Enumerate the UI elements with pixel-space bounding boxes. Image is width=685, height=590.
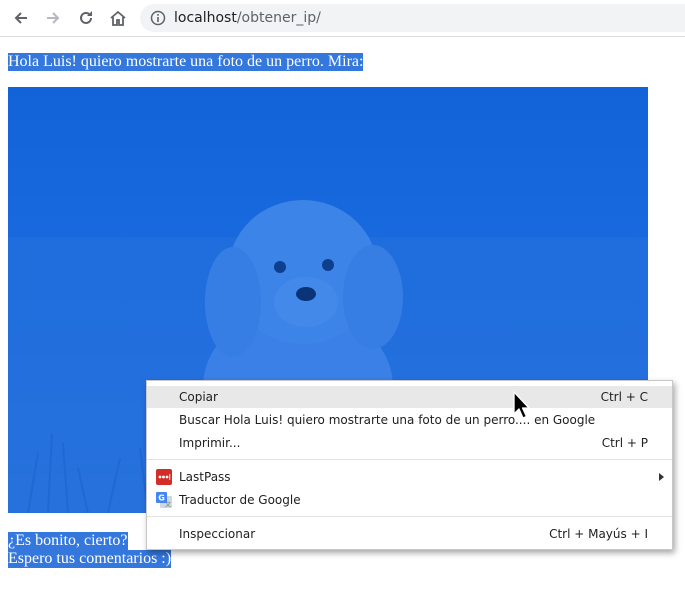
comments-text: Espero tus comentarios :) bbox=[8, 550, 172, 568]
arrow-right-icon bbox=[47, 12, 60, 24]
home-icon bbox=[110, 10, 126, 26]
forward-button[interactable] bbox=[41, 6, 65, 30]
url-path: /obtener_ip/ bbox=[236, 10, 321, 26]
url-text[interactable]: localhost/obtener_ip/ bbox=[174, 10, 321, 26]
address-bar[interactable]: localhost/obtener_ip/ bbox=[140, 4, 685, 32]
menu-item-search-google[interactable]: Buscar Hola Luis! quiero mostrarte una f… bbox=[147, 409, 672, 431]
url-host: localhost bbox=[174, 10, 237, 26]
reload-icon bbox=[80, 11, 92, 24]
menu-item-google-translate[interactable]: G 文 Traductor de Google bbox=[147, 489, 672, 511]
menu-item-shortcut: Ctrl + P bbox=[601, 436, 648, 450]
menu-separator bbox=[147, 516, 672, 517]
mouse-cursor-icon bbox=[513, 391, 530, 419]
submenu-arrow-icon bbox=[659, 473, 664, 481]
reload-button[interactable] bbox=[74, 6, 98, 30]
menu-item-lastpass[interactable]: LastPass bbox=[147, 466, 672, 488]
menu-item-shortcut: Ctrl + Mayús + I bbox=[549, 527, 648, 541]
lastpass-icon bbox=[156, 469, 172, 485]
menu-item-label: LastPass bbox=[179, 470, 231, 484]
menu-item-label: Copiar bbox=[179, 390, 218, 404]
context-menu: Copiar Ctrl + C Buscar Hola Luis! quiero… bbox=[146, 380, 673, 550]
menu-item-label: Inspeccionar bbox=[179, 527, 256, 541]
menu-item-label: Imprimir... bbox=[179, 436, 241, 450]
menu-item-copy[interactable]: Copiar Ctrl + C bbox=[147, 386, 672, 408]
question-text: ¿Es bonito, cierto? bbox=[8, 532, 128, 550]
arrow-left-icon bbox=[14, 12, 27, 24]
greeting-text: Hola Luis! quiero mostrarte una foto de … bbox=[8, 53, 364, 71]
svg-text:G: G bbox=[158, 494, 165, 503]
browser-toolbar: localhost/obtener_ip/ bbox=[0, 0, 685, 37]
svg-text:文: 文 bbox=[165, 501, 171, 509]
menu-item-shortcut: Ctrl + C bbox=[600, 390, 648, 404]
menu-item-label: Traductor de Google bbox=[179, 493, 301, 507]
back-button[interactable] bbox=[9, 6, 33, 30]
info-icon[interactable] bbox=[150, 10, 166, 26]
home-button[interactable] bbox=[106, 6, 130, 30]
google-translate-icon: G 文 bbox=[156, 492, 172, 508]
menu-item-print[interactable]: Imprimir... Ctrl + P bbox=[147, 432, 672, 454]
menu-item-inspect[interactable]: Inspeccionar Ctrl + Mayús + I bbox=[147, 523, 672, 545]
menu-separator bbox=[147, 459, 672, 460]
